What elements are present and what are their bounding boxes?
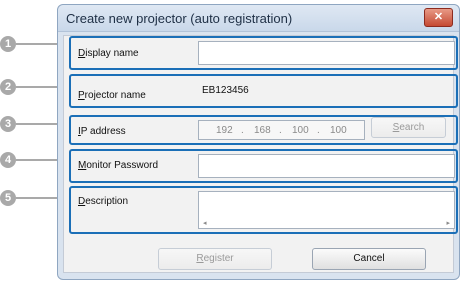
scroll-right-icon[interactable]: ▸ [446, 219, 450, 227]
callout-3: 3 [0, 116, 16, 132]
ip-address-label: IP address [78, 126, 126, 137]
display-name-row: Display name [69, 36, 458, 70]
create-projector-dialog: Create new projector (auto registration)… [57, 4, 460, 280]
search-button[interactable]: Search [371, 117, 446, 138]
close-icon: ✕ [433, 11, 444, 23]
description-input[interactable]: ◂ ▸ [198, 191, 455, 229]
monitor-password-row: Monitor Password [69, 149, 458, 183]
ip-address-input[interactable]: 192 . 168 . 100 . 100 [198, 120, 365, 140]
dialog-title: Create new projector (auto registration) [66, 11, 293, 26]
cancel-button[interactable]: Cancel [312, 248, 426, 270]
display-name-label: Display name [78, 48, 139, 59]
ip-octet-2: 168 [254, 125, 271, 136]
callout-1: 1 [0, 36, 16, 52]
ip-dot-2: . [279, 125, 282, 136]
projector-name-label: Projector name [78, 90, 146, 101]
callout-2: 2 [0, 79, 16, 95]
ip-octet-1: 192 [216, 125, 233, 136]
close-button[interactable]: ✕ [424, 8, 453, 27]
description-row: Description ◂ ▸ [69, 186, 458, 234]
description-label: Description [78, 196, 129, 207]
projector-name-value: EB123456 [202, 85, 249, 96]
monitor-password-label: Monitor Password [78, 160, 159, 171]
ip-dot-1: . [241, 125, 244, 136]
projector-name-row: Projector name EB123456 [69, 74, 458, 108]
monitor-password-input[interactable] [198, 154, 455, 178]
ip-octet-4: 100 [330, 125, 347, 136]
display-name-input[interactable] [198, 41, 455, 65]
callout-5: 5 [0, 190, 16, 206]
callout-4: 4 [0, 152, 16, 168]
title-bar: Create new projector (auto registration)… [58, 5, 459, 32]
scroll-left-icon[interactable]: ◂ [203, 219, 207, 227]
ip-octet-3: 100 [292, 125, 309, 136]
ip-dot-3: . [317, 125, 320, 136]
register-button[interactable]: Register [158, 248, 272, 270]
